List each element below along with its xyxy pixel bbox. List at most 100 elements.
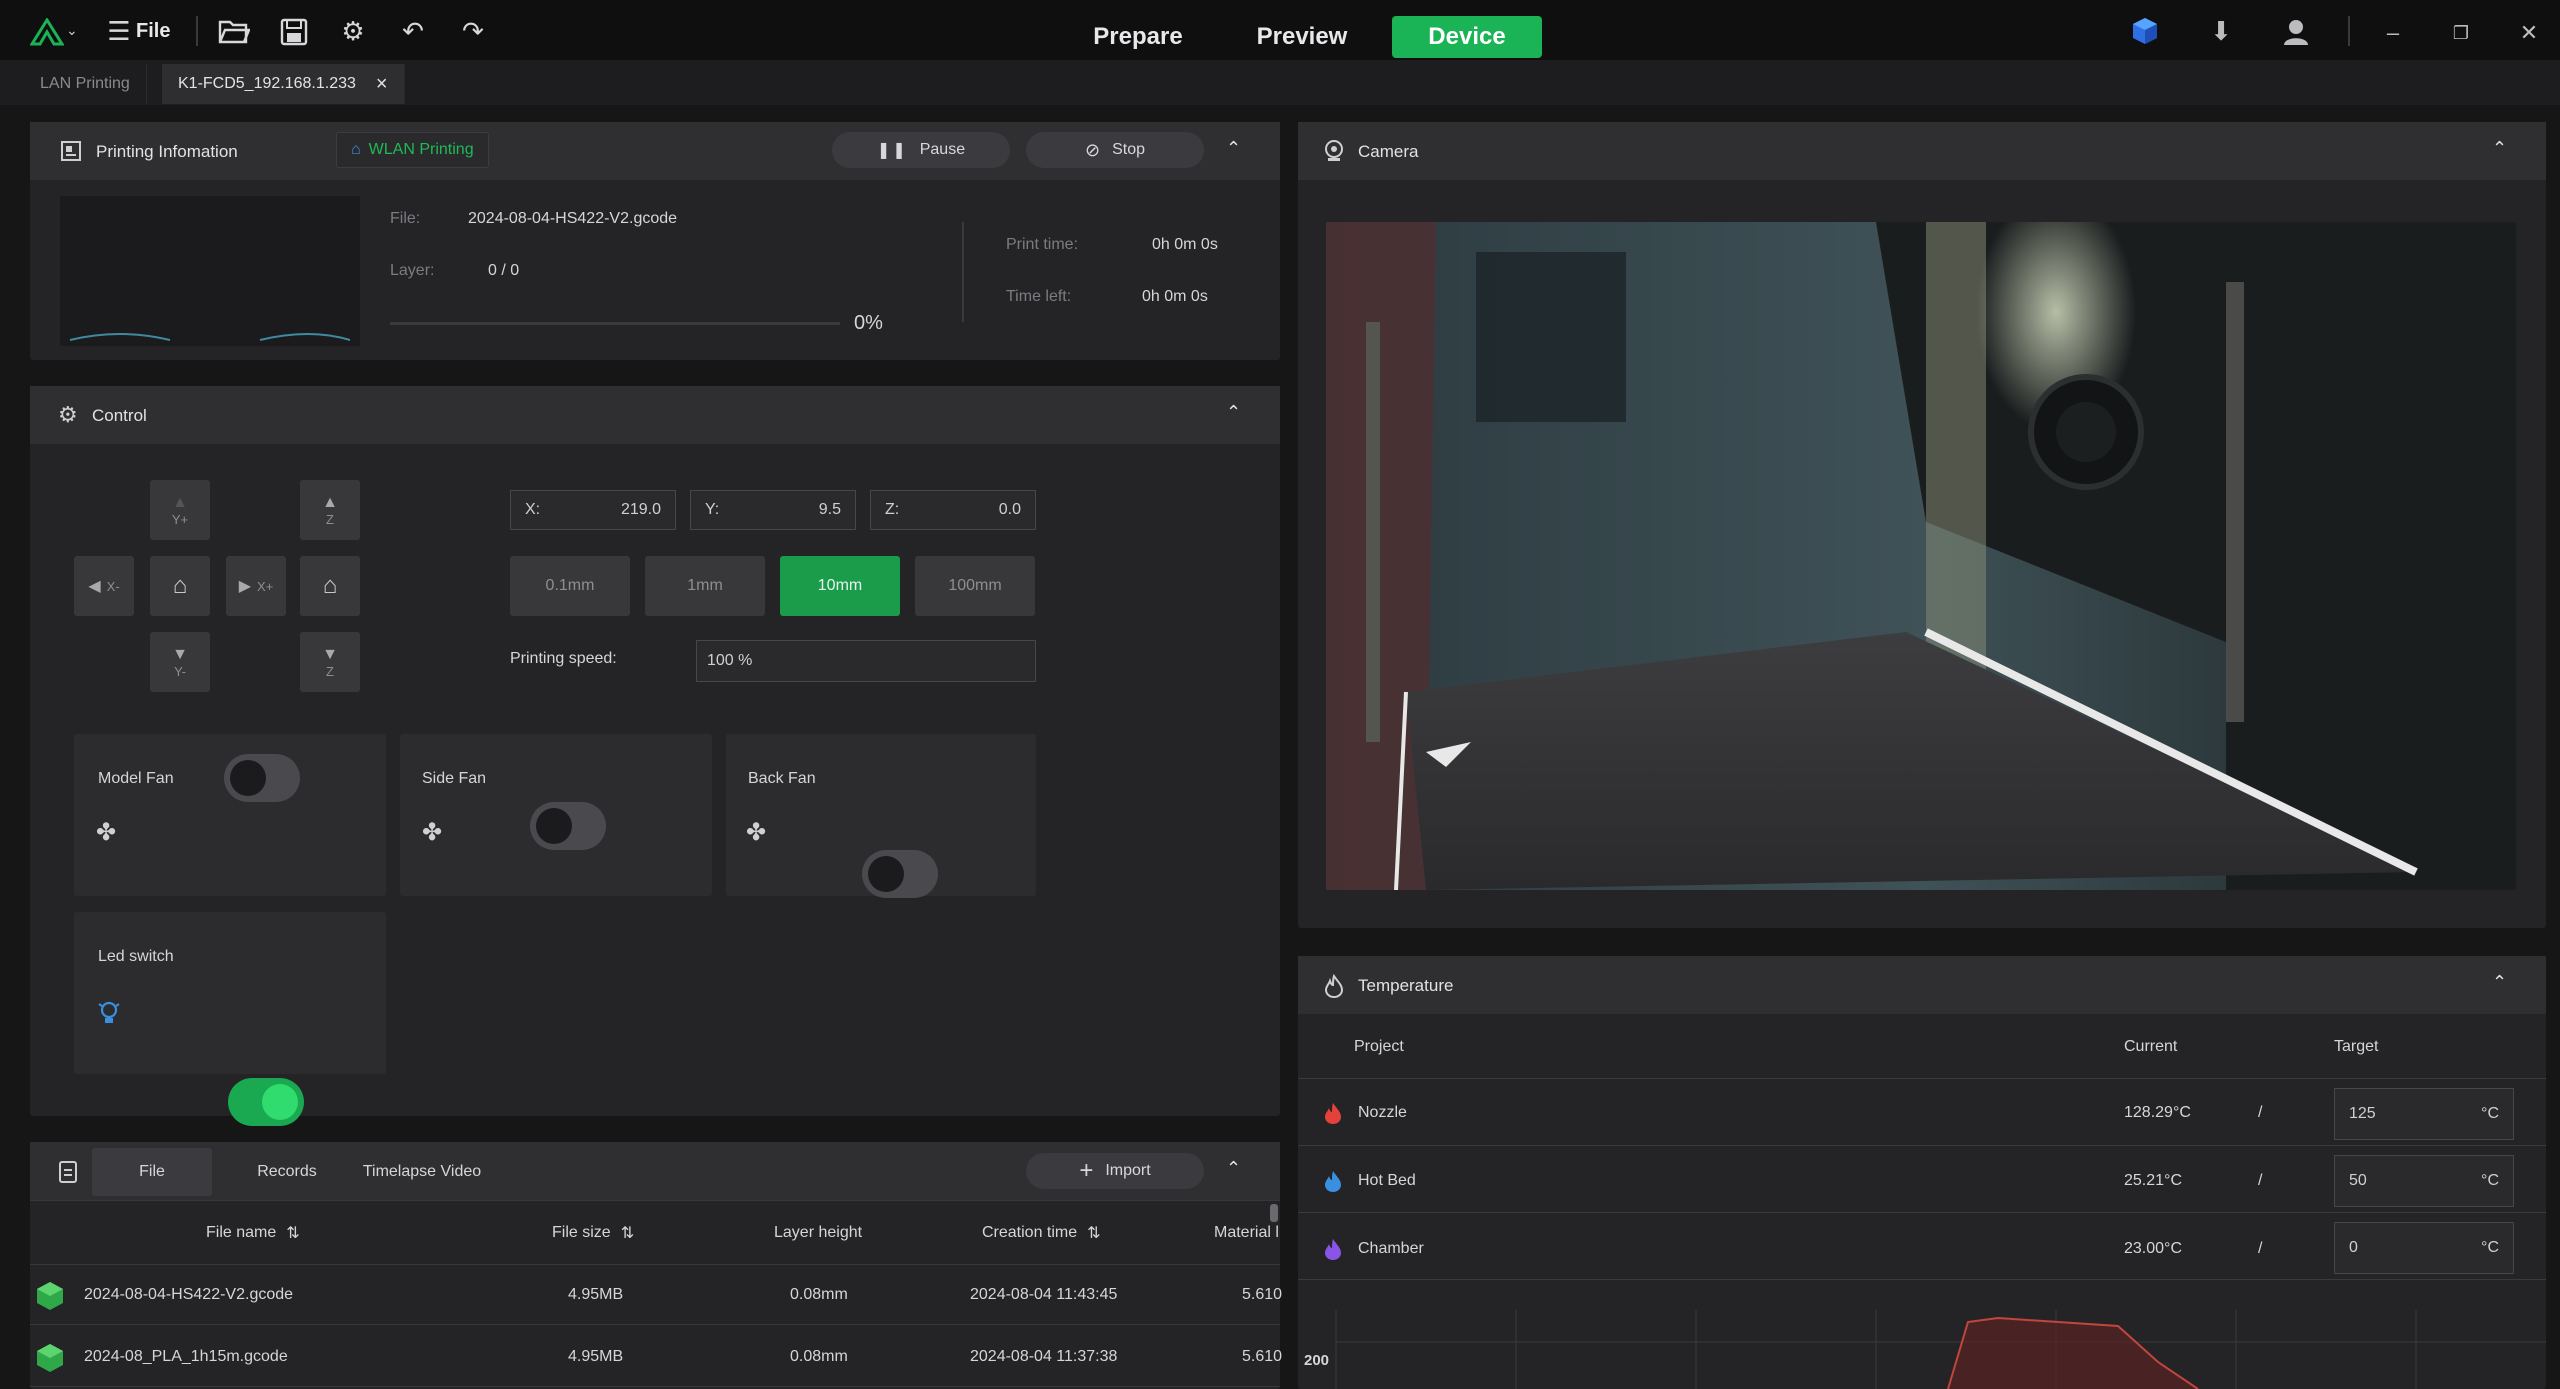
import-button[interactable]: + Import <box>1026 1153 1204 1189</box>
led-switch-toggle[interactable] <box>228 1078 304 1126</box>
user-account-icon[interactable] <box>2282 18 2310 46</box>
model-fan-toggle[interactable] <box>224 754 300 802</box>
tab-label: K1-FCD5_192.168.1.233 <box>178 75 356 92</box>
home-z-button[interactable]: ⌂ <box>300 556 360 616</box>
control-collapse-icon[interactable]: ⌃ <box>1226 402 1241 423</box>
printing-info-collapse-icon[interactable]: ⌃ <box>1226 138 1241 159</box>
layer-height-cell: 0.08mm <box>790 1286 848 1303</box>
col-current: Current <box>2124 1038 2178 1055</box>
table-scrollbar[interactable] <box>1270 1204 1278 1222</box>
import-label: Import <box>1105 1162 1151 1179</box>
chamber-target-input[interactable]: 0 °C <box>2334 1222 2514 1274</box>
home-xy-button[interactable]: ⌂ <box>150 556 210 616</box>
temp-header-divider <box>1298 1078 2546 1079</box>
wlan-printing-label: WLAN Printing <box>368 141 474 158</box>
jog-x-plus-button[interactable]: ▶ X+ <box>226 556 286 616</box>
nozzle-current: 128.29°C <box>2124 1104 2191 1121</box>
tab-printer-k1[interactable]: K1-FCD5_192.168.1.233 × <box>162 64 405 104</box>
z-label: Z: <box>885 501 900 518</box>
file-size-cell: 4.95MB <box>568 1348 624 1365</box>
logo-chevron-down-icon[interactable]: ⌄ <box>66 22 78 39</box>
layer-label: Layer: <box>390 262 435 279</box>
side-fan-toggle[interactable] <box>530 802 606 850</box>
mode-tab-device[interactable]: Device <box>1392 16 1542 58</box>
back-fan-toggle[interactable] <box>862 850 938 898</box>
tab-lan-printing[interactable]: LAN Printing <box>24 64 147 104</box>
nozzle-target-input[interactable]: 125 °C <box>2334 1088 2514 1140</box>
nozzle-flame-icon <box>1325 1103 1341 1124</box>
minimize-icon[interactable]: – <box>2378 18 2408 48</box>
jog-z-up-label: Z <box>326 511 334 527</box>
close-window-icon[interactable]: ✕ <box>2514 18 2544 48</box>
file-list-collapse-icon[interactable]: ⌃ <box>1226 1158 1241 1179</box>
tab-file[interactable]: File <box>92 1148 212 1196</box>
col-project: Project <box>1354 1038 1404 1055</box>
mode-tab-preview[interactable]: Preview <box>1244 16 1360 58</box>
print-time-value: 0h 0m 0s <box>1152 236 1218 253</box>
control-header <box>30 386 1280 444</box>
model-store-cube-icon[interactable] <box>2130 16 2160 46</box>
hot-bed-target-value: 50 <box>2349 1172 2367 1189</box>
x-label: X: <box>525 501 541 518</box>
step-100mm-button[interactable]: 100mm <box>915 556 1035 616</box>
layer-value: 0 / 0 <box>488 262 520 279</box>
jog-z-up-button[interactable]: ▲ Z <box>300 480 360 540</box>
gcode-file-icon <box>37 1344 63 1372</box>
sort-icon[interactable]: ⇅ <box>621 1223 634 1243</box>
temperature-title: Temperature <box>1358 976 1454 995</box>
undo-icon[interactable]: ↶ <box>396 14 430 48</box>
stop-button[interactable]: ⊘ Stop <box>1026 132 1204 168</box>
temperature-collapse-icon[interactable]: ⌃ <box>2492 972 2507 993</box>
camera-title: Camera <box>1358 142 1419 161</box>
pause-icon: ❚❚ <box>876 142 908 159</box>
nozzle-target-value: 125 <box>2349 1105 2376 1122</box>
app-logo-icon[interactable] <box>30 18 64 46</box>
sort-icon[interactable]: ⇅ <box>1087 1223 1100 1243</box>
redo-icon[interactable]: ↷ <box>456 14 490 48</box>
jog-x-minus-label: X- <box>106 578 120 594</box>
file-menu-label[interactable]: File <box>136 20 170 43</box>
step-1mm-button[interactable]: 1mm <box>645 556 765 616</box>
chamber-flame-icon <box>1325 1239 1341 1260</box>
wlan-house-icon: ⌂ <box>351 141 361 158</box>
settings-gear-icon[interactable]: ⚙ <box>336 14 370 48</box>
jog-z-down-button[interactable]: ▼ Z <box>300 632 360 692</box>
temperature-chart <box>1335 1310 2546 1389</box>
hot-bed-target-input[interactable]: 50 °C <box>2334 1155 2514 1207</box>
jog-y-minus-button[interactable]: ▼ Y- <box>150 632 210 692</box>
save-icon[interactable] <box>280 18 308 46</box>
jog-y-plus-button[interactable]: ▲ Y+ <box>150 480 210 540</box>
file-value: 2024-08-04-HS422-V2.gcode <box>468 210 678 227</box>
open-folder-icon[interactable] <box>218 18 250 46</box>
col-layer-height[interactable]: Layer height <box>774 1212 862 1254</box>
jog-x-plus-label: X+ <box>257 578 274 594</box>
creation-time-cell: 2024-08-04 11:43:45 <box>970 1286 1118 1303</box>
step-0-1mm-button[interactable]: 0.1mm <box>510 556 630 616</box>
step-10mm-button[interactable]: 10mm <box>780 556 900 616</box>
col-file-size[interactable]: File size ⇅ <box>552 1212 634 1254</box>
close-tab-icon[interactable]: × <box>376 73 388 96</box>
mode-tab-prepare[interactable]: Prepare <box>1080 16 1196 58</box>
chamber-target-value: 0 <box>2349 1239 2358 1256</box>
col-file-size-label: File size <box>552 1224 611 1241</box>
restore-icon[interactable]: ❐ <box>2446 18 2476 48</box>
arrow-up-icon: ▲ <box>322 493 338 511</box>
pause-button[interactable]: ❚❚ Pause <box>832 132 1010 168</box>
download-icon[interactable]: ⬇ <box>2204 14 2238 48</box>
printing-speed-input[interactable]: 100 % <box>696 640 1036 682</box>
toggle-knob <box>868 856 904 892</box>
slash-separator: / <box>2258 1104 2263 1121</box>
jog-x-minus-button[interactable]: ◀ X- <box>74 556 134 616</box>
camera-feed <box>1326 222 2516 890</box>
tab-timelapse-video[interactable]: Timelapse Video <box>352 1148 492 1196</box>
sort-icon[interactable]: ⇅ <box>286 1223 299 1243</box>
material-cell: 5.610 <box>1242 1348 1283 1365</box>
col-file-name-label: File name <box>206 1224 277 1241</box>
arrow-up-icon: ▲ <box>172 493 188 511</box>
unit-label: °C <box>2481 1239 2499 1256</box>
col-creation-time[interactable]: Creation time ⇅ <box>982 1212 1101 1254</box>
menu-icon[interactable]: ☰ <box>102 14 136 48</box>
tab-records[interactable]: Records <box>234 1148 340 1196</box>
col-file-name[interactable]: File name ⇅ <box>206 1212 300 1254</box>
camera-collapse-icon[interactable]: ⌃ <box>2492 138 2507 159</box>
